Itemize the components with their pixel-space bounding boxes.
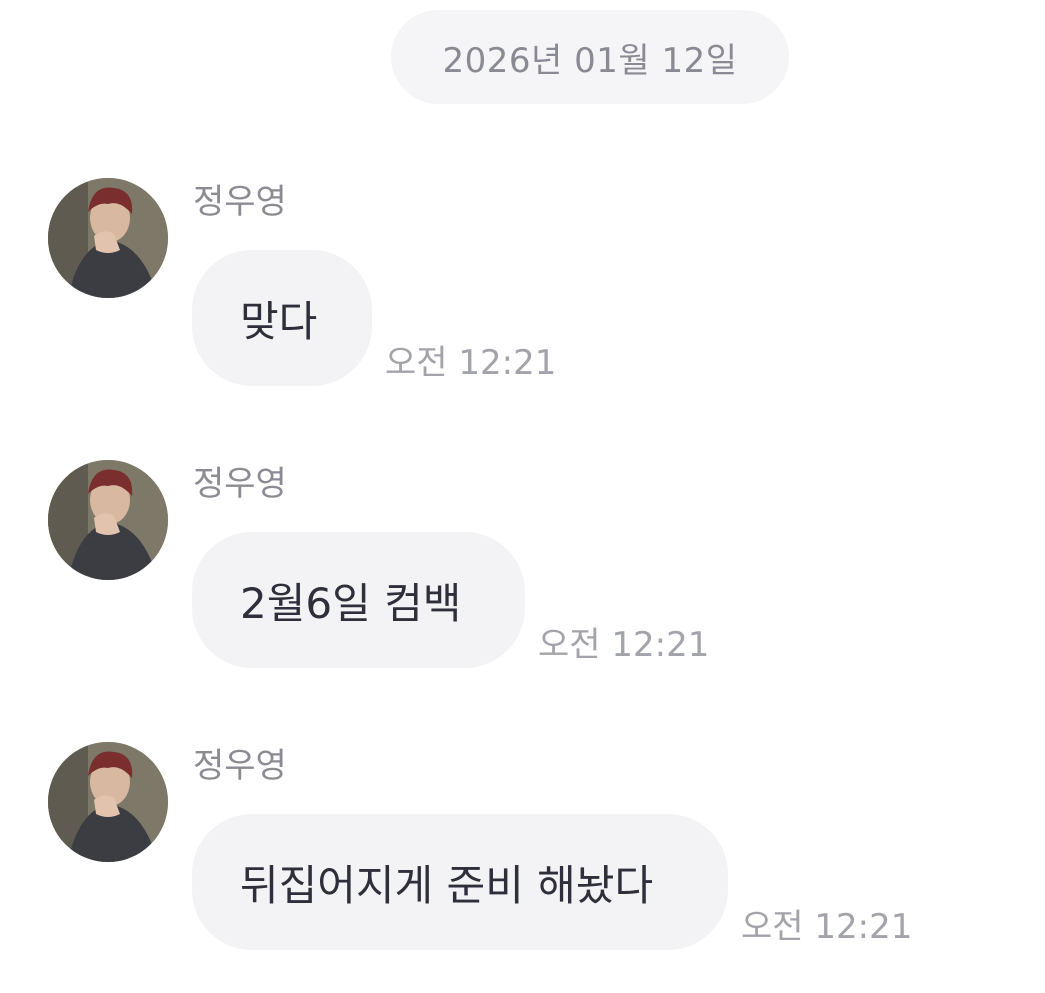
message-bubble[interactable]: 2월6일 컴백 (192, 532, 525, 668)
sender-name: 정우영 (193, 182, 287, 222)
message-bubble[interactable]: 맞다 (192, 250, 372, 386)
message-time: 오전 12:21 (741, 907, 913, 947)
chat-message: 정우영 2월6일 컴백 오전 12:21 (0, 460, 1045, 680)
message-text: 2월6일 컴백 (240, 578, 462, 628)
sender-name: 정우영 (193, 464, 287, 504)
chat-message: 정우영 뒤집어지게 준비 해놨다 오전 12:21 (0, 742, 1045, 962)
message-time: 오전 12:21 (538, 625, 710, 665)
message-text: 뒤집어지게 준비 해놨다 (240, 860, 654, 910)
date-separator: 2026년 01월 12일 (391, 10, 789, 104)
sender-avatar[interactable] (48, 742, 168, 862)
avatar-photo-icon (48, 742, 168, 862)
sender-name: 정우영 (193, 746, 287, 786)
sender-avatar[interactable] (48, 460, 168, 580)
message-text: 맞다 (240, 296, 318, 346)
avatar-photo-icon (48, 460, 168, 580)
sender-avatar[interactable] (48, 178, 168, 298)
message-time: 오전 12:21 (385, 343, 557, 383)
chat-message: 정우영 맞다 오전 12:21 (0, 178, 1045, 398)
message-bubble[interactable]: 뒤집어지게 준비 해놨다 (192, 814, 728, 950)
avatar-photo-icon (48, 178, 168, 298)
